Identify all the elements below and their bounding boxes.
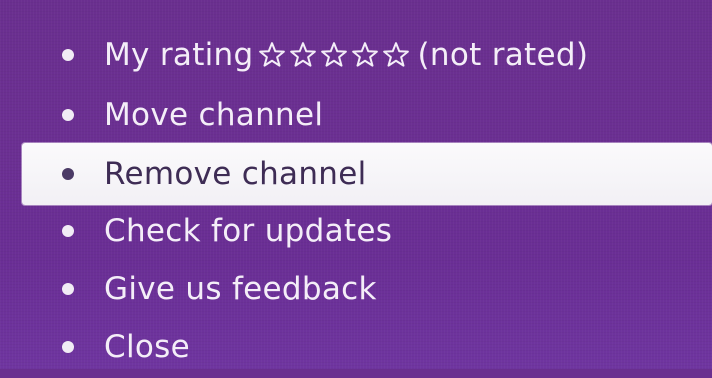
star-outline-icon[interactable] — [350, 40, 380, 70]
channel-options-menu: My rating (not rated) Move channel Remov… — [0, 0, 712, 369]
menu-item-label: Remove channel — [104, 156, 367, 192]
bullet-icon — [62, 109, 74, 121]
star-outline-icon[interactable] — [319, 40, 349, 70]
menu-item-check-for-updates[interactable]: Check for updates — [22, 200, 712, 262]
menu-item-remove-channel[interactable]: Remove channel — [22, 143, 712, 205]
rating-stars[interactable] — [257, 40, 411, 70]
rating-label: My rating — [104, 37, 254, 73]
bullet-icon — [62, 49, 74, 61]
menu-item-move-channel[interactable]: Move channel — [22, 84, 712, 146]
menu-item-label: Move channel — [104, 97, 324, 133]
rating-status: (not rated) — [417, 37, 589, 73]
bullet-icon — [62, 168, 74, 180]
menu-item-my-rating[interactable]: My rating (not rated) — [22, 24, 712, 86]
menu-item-label: Check for updates — [104, 213, 393, 249]
bullet-icon — [62, 225, 74, 237]
bullet-icon — [62, 283, 74, 295]
star-outline-icon[interactable] — [381, 40, 411, 70]
menu-item-label: Close — [104, 329, 190, 365]
menu-item-give-us-feedback[interactable]: Give us feedback — [22, 258, 712, 320]
bullet-icon — [62, 341, 74, 353]
star-outline-icon[interactable] — [288, 40, 318, 70]
star-outline-icon[interactable] — [257, 40, 287, 70]
menu-item-label: Give us feedback — [104, 271, 377, 307]
